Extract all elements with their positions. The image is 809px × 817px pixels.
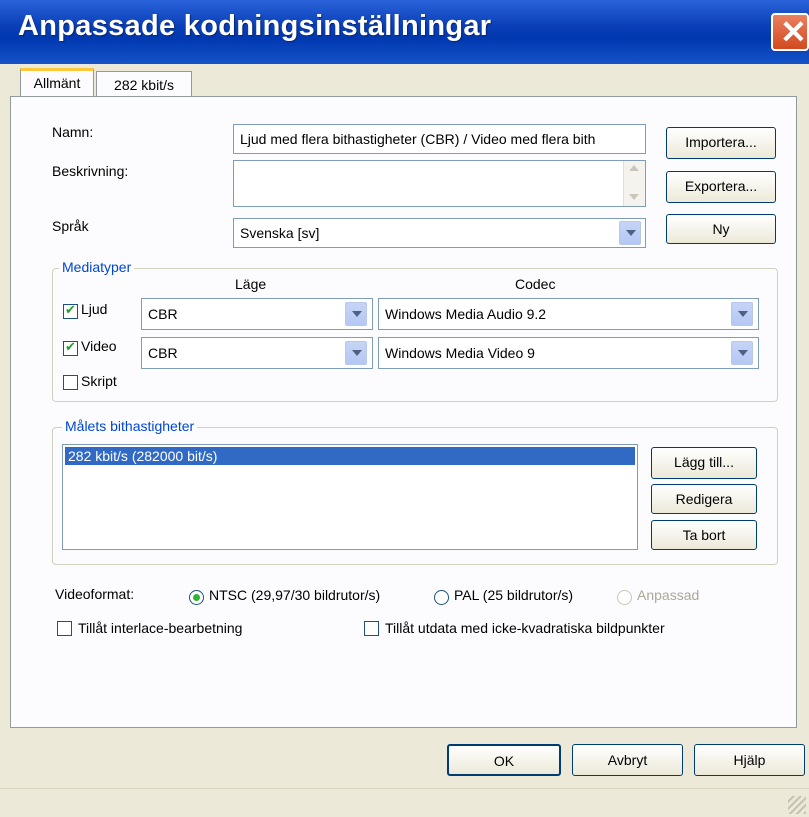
pal-radio[interactable]	[434, 590, 449, 605]
chevron-down-icon[interactable]	[731, 302, 753, 326]
video-checkbox[interactable]	[63, 339, 78, 356]
ntsc-radio[interactable]	[189, 590, 204, 605]
nonsquare-label: Tillåt utdata med icke-kvadratiska bildp…	[385, 620, 665, 636]
audio-checkbox[interactable]	[63, 302, 78, 319]
media-types-group	[52, 268, 778, 402]
export-button[interactable]: Exportera...	[666, 171, 776, 203]
scroll-up-icon	[629, 165, 639, 171]
interlace-checkbox[interactable]	[57, 621, 72, 636]
description-field[interactable]	[233, 160, 646, 207]
edit-bitrate-button[interactable]: Redigera	[651, 484, 757, 514]
bitrates-legend: Målets bithastigheter	[62, 418, 198, 434]
interlace-label: Tillåt interlace-bearbetning	[78, 620, 243, 636]
custom-radio[interactable]	[617, 590, 632, 605]
video-label: Video	[81, 338, 117, 354]
ok-button[interactable]: OK	[447, 744, 561, 776]
codec-header: Codec	[515, 276, 556, 292]
help-button[interactable]: Hjälp	[694, 744, 805, 776]
resize-grip-icon[interactable]	[788, 796, 806, 814]
chevron-down-icon[interactable]	[619, 221, 641, 245]
close-button[interactable]: ✕	[771, 13, 809, 51]
close-icon: ✕	[780, 14, 807, 50]
audio-mode-select[interactable]: CBR	[141, 298, 373, 330]
name-label: Namn:	[52, 124, 94, 140]
nonsquare-checkbox[interactable]	[364, 621, 379, 636]
audio-label: Ljud	[81, 301, 108, 317]
cancel-button[interactable]: Avbryt	[572, 744, 683, 776]
status-bar	[0, 788, 809, 817]
language-label: Språk	[52, 218, 89, 234]
tab-general[interactable]: Allmänt	[20, 68, 94, 97]
media-types-legend: Mediatyper	[59, 259, 135, 275]
import-button[interactable]: Importera...	[666, 127, 776, 159]
ntsc-label: NTSC (29,97/30 bildrutor/s)	[209, 587, 381, 603]
script-checkbox[interactable]	[63, 375, 78, 390]
audio-codec-select[interactable]: Windows Media Audio 9.2	[378, 298, 759, 330]
video-mode-select[interactable]: CBR	[141, 337, 373, 369]
window-title: Anpassade kodningsinställningar	[18, 10, 492, 42]
description-label: Beskrivning:	[52, 163, 129, 179]
list-item[interactable]: 282 kbit/s (282000 bit/s)	[65, 447, 635, 465]
remove-bitrate-button[interactable]: Ta bort	[651, 520, 757, 550]
mode-header: Läge	[235, 276, 267, 292]
description-scrollbar[interactable]	[623, 161, 645, 206]
bitrates-list[interactable]: 282 kbit/s (282000 bit/s)	[62, 444, 638, 550]
pal-label: PAL (25 bildrutor/s)	[454, 587, 574, 603]
new-button[interactable]: Ny	[666, 214, 776, 244]
add-bitrate-button[interactable]: Lägg till...	[651, 447, 757, 479]
scroll-down-icon	[629, 194, 639, 200]
language-select[interactable]: Svenska [sv]	[233, 218, 646, 248]
custom-label: Anpassad	[637, 587, 700, 603]
chevron-down-icon[interactable]	[731, 341, 753, 365]
chevron-down-icon[interactable]	[345, 302, 367, 326]
tab-282kbit[interactable]: 282 kbit/s	[96, 71, 192, 97]
videoformat-label: Videoformat:	[55, 586, 135, 602]
script-label: Skript	[81, 373, 117, 389]
video-codec-select[interactable]: Windows Media Video 9	[378, 337, 759, 369]
chevron-down-icon[interactable]	[345, 341, 367, 365]
name-field[interactable]: Ljud med flera bithastigheter (CBR) / Vi…	[233, 124, 646, 154]
